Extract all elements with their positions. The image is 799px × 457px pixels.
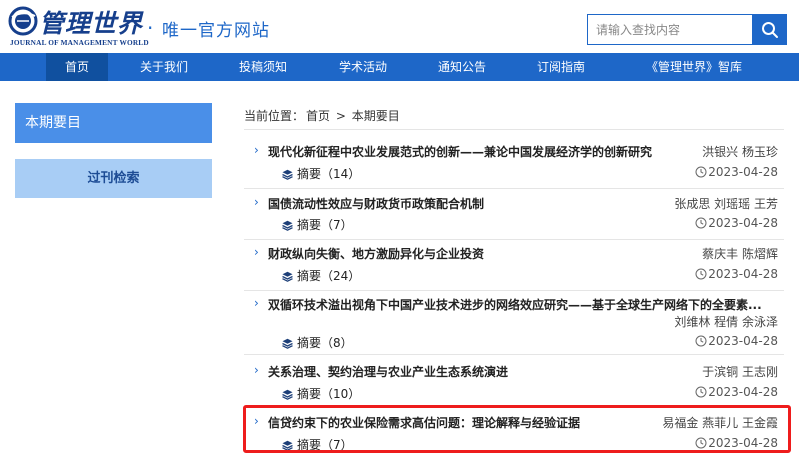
breadcrumb-divider [244, 129, 784, 130]
article-divider [244, 354, 784, 355]
article-authors: 张成思 刘瑶瑶 王芳 [674, 197, 778, 211]
article-title[interactable]: 国债流动性效应与财政货币政策配合机制 [268, 195, 484, 212]
article-date: 2023-04-28 [695, 216, 778, 230]
article-authors: 于滨铜 王志刚 [702, 365, 778, 379]
nav-item-thinktank[interactable]: 《管理世界》智库 [625, 53, 763, 81]
logo-subtitle: JOURNAL OF MANAGEMENT WORLD [10, 38, 149, 47]
article-date-text: 2023-04-28 [708, 216, 778, 230]
chevron-right-icon: › [254, 143, 259, 157]
chevron-right-icon: › [254, 296, 259, 310]
clock-icon [695, 268, 707, 280]
nav-item-subscribe[interactable]: 订阅指南 [528, 53, 594, 81]
article-abstract-label: 摘要（24） [297, 269, 361, 283]
article-title[interactable]: 现代化新征程中农业发展范式的创新——兼论中国发展经济学的创新研究 [268, 143, 652, 160]
nav-item-about[interactable]: 关于我们 [131, 53, 197, 81]
breadcrumb-separator: > [335, 109, 346, 123]
layers-icon [282, 169, 293, 180]
article-date-text: 2023-04-28 [708, 165, 778, 179]
chevron-right-icon: › [254, 195, 259, 209]
article-divider [244, 188, 784, 189]
search-button[interactable] [752, 14, 787, 45]
article-abstract-label: 摘要（14） [297, 167, 361, 181]
chevron-right-icon: › [254, 245, 259, 259]
site-header: 管理世界 JOURNAL OF MANAGEMENT WORLD · 唯一官方网… [0, 0, 799, 53]
layers-icon [282, 220, 293, 231]
sidebar-item-current-issue[interactable]: 本期要目 [15, 103, 212, 143]
article-divider [244, 239, 784, 240]
nav-item-academic[interactable]: 学术活动 [330, 53, 396, 81]
article-date: 2023-04-28 [695, 334, 778, 348]
layers-icon [282, 389, 293, 400]
chevron-right-icon: › [254, 363, 259, 377]
search-box [587, 14, 787, 45]
article-date-text: 2023-04-28 [708, 385, 778, 399]
sidebar-item-archive-search[interactable]: 过刊检索 [15, 159, 212, 198]
article-date-text: 2023-04-28 [708, 334, 778, 348]
article-date: 2023-04-28 [695, 267, 778, 281]
article-abstract-link[interactable]: 摘要（7） [282, 216, 353, 233]
clock-icon [695, 386, 707, 398]
article-abstract-label: 摘要（10） [297, 387, 361, 401]
logo-title: 管理世界 [39, 9, 144, 38]
breadcrumb-prefix: 当前位置： [244, 109, 305, 123]
clock-icon [695, 166, 707, 178]
breadcrumb-current: 本期要目 [351, 109, 400, 123]
slogan-dot: · [147, 16, 154, 40]
article-authors: 洪银兴 杨玉珍 [702, 145, 778, 159]
article-divider [244, 290, 784, 291]
globe-logo-icon [8, 6, 38, 36]
article-abstract-link[interactable]: 摘要（8） [282, 334, 353, 351]
search-input[interactable] [587, 14, 752, 45]
clock-icon [695, 335, 707, 347]
article-item: › 双循环技术溢出视角下中国产业技术进步的网络效应研究——基于全球生产网络下的全… [244, 296, 784, 355]
article-authors: 刘维林 程倩 余泳泽 [674, 315, 778, 329]
highlight-box [243, 405, 791, 453]
article-item: › 国债流动性效应与财政货币政策配合机制 张成思 刘瑶瑶 王芳 摘要（7） 20… [244, 195, 784, 240]
nav-item-home[interactable]: 首页 [46, 53, 108, 81]
article-title[interactable]: 关系治理、契约治理与农业产业生态系统演进 [268, 363, 508, 380]
article-abstract-link[interactable]: 摘要（24） [282, 267, 360, 284]
breadcrumb: 当前位置： 首页 > 本期要目 [244, 107, 402, 124]
article-abstract-link[interactable]: 摘要（14） [282, 165, 360, 182]
article-abstract-label: 摘要（7） [297, 218, 353, 232]
article-item: › 财政纵向失衡、地方激励异化与企业投资 蔡庆丰 陈熠辉 摘要（24） 2023… [244, 245, 784, 291]
site-slogan: 唯一官方网站 [162, 21, 270, 41]
article-title[interactable]: 财政纵向失衡、地方激励异化与企业投资 [268, 245, 484, 262]
article-abstract-link[interactable]: 摘要（10） [282, 385, 360, 402]
article-item: › 关系治理、契约治理与农业产业生态系统演进 于滨铜 王志刚 摘要（10） 20… [244, 363, 784, 408]
nav-item-notices[interactable]: 通知公告 [429, 53, 495, 81]
article-item: › 现代化新征程中农业发展范式的创新——兼论中国发展经济学的创新研究 洪银兴 杨… [244, 143, 784, 189]
article-abstract-label: 摘要（8） [297, 336, 353, 350]
main-nav: 首页 关于我们 投稿须知 学术活动 通知公告 订阅指南 《管理世界》智库 [0, 53, 799, 81]
site-logo[interactable]: 管理世界 JOURNAL OF MANAGEMENT WORLD [8, 6, 149, 48]
breadcrumb-home-link[interactable]: 首页 [306, 109, 330, 123]
article-date: 2023-04-28 [695, 165, 778, 179]
clock-icon [695, 217, 707, 229]
nav-item-submission[interactable]: 投稿须知 [230, 53, 296, 81]
article-date-text: 2023-04-28 [708, 267, 778, 281]
layers-icon [282, 338, 293, 349]
article-authors: 蔡庆丰 陈熠辉 [702, 247, 778, 261]
article-title[interactable]: 双循环技术溢出视角下中国产业技术进步的网络效应研究——基于全球生产网络下的全要素… [268, 296, 762, 313]
search-icon [761, 21, 778, 38]
article-date: 2023-04-28 [695, 385, 778, 399]
layers-icon [282, 271, 293, 282]
